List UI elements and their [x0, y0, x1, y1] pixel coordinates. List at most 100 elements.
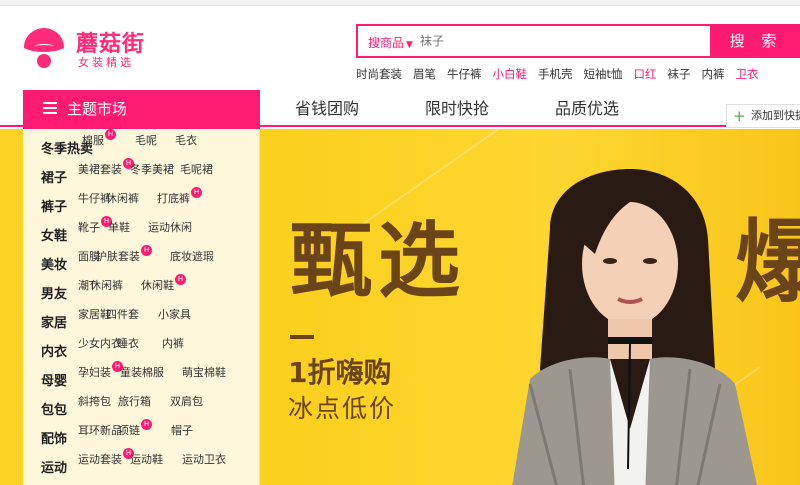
- category-title[interactable]: 家居: [41, 312, 67, 331]
- hot-word-link[interactable]: 内裤: [702, 66, 725, 82]
- category-link-label: 休闲裤: [90, 279, 123, 292]
- category-title[interactable]: 包包: [41, 399, 67, 418]
- category-link[interactable]: 护肤套装 H: [96, 245, 152, 264]
- category-link[interactable]: 休闲鞋 H: [141, 274, 186, 293]
- category-link-label: 项链: [118, 424, 140, 437]
- hot-word-link[interactable]: 小白鞋: [493, 66, 528, 82]
- category-link[interactable]: 内裤: [162, 335, 184, 351]
- category-link[interactable]: 萌宝棉鞋: [182, 364, 226, 380]
- category-title[interactable]: 美妆: [41, 254, 67, 273]
- category-link-label: 双肩包: [170, 395, 203, 408]
- category-link[interactable]: 斜挎包: [78, 393, 111, 409]
- category-title[interactable]: 母婴: [41, 370, 67, 389]
- category-link[interactable]: 帽子: [171, 422, 193, 438]
- brand-slogan: 女装精选: [78, 56, 134, 69]
- category-link[interactable]: 运动鞋: [130, 451, 163, 467]
- category-link[interactable]: 棉服 H: [82, 129, 116, 148]
- model-photo: [512, 169, 757, 485]
- category-link[interactable]: 打底裤 H: [157, 187, 202, 206]
- menu-icon: [43, 102, 57, 114]
- category-row: 裤子 牛仔裤 休闲裤 打底裤 H: [23, 187, 259, 219]
- category-link-label: 小家具: [158, 308, 191, 321]
- category-link-label: 运动鞋: [130, 453, 163, 466]
- category-link[interactable]: 四件套: [106, 306, 139, 322]
- hot-search-words: 时尚套装 眉笔 牛仔裤 小白鞋 手机壳 短袖t恤 口红 袜子 内裤 卫衣: [356, 66, 770, 82]
- category-row: 运动 运动套装 H 运动鞋 运动卫衣: [23, 448, 259, 480]
- category-link[interactable]: 运动套装 H: [78, 448, 134, 467]
- nav-tab-group-buy[interactable]: 省钱团购: [262, 90, 392, 127]
- category-link[interactable]: 少女内衣: [78, 335, 122, 351]
- category-link-label: 运动卫衣: [182, 453, 226, 466]
- category-title[interactable]: 运动: [41, 457, 67, 476]
- category-link-label: 童装棉服: [120, 366, 164, 379]
- nav-tab-flash-sale[interactable]: 限时快抢: [392, 90, 522, 127]
- search-input[interactable]: [420, 31, 700, 51]
- hot-word-link[interactable]: 卫衣: [736, 66, 759, 82]
- search-box: 搜商品▼ 搜 索: [356, 24, 800, 58]
- category-link-label: 毛呢裙: [180, 163, 213, 176]
- search-scope-dropdown[interactable]: 搜商品 ▼: [368, 34, 413, 51]
- category-row: 男友 潮T 休闲裤 休闲鞋 H: [23, 274, 259, 306]
- hot-word-link[interactable]: 牛仔裤: [447, 66, 482, 82]
- category-link-label: 萌宝棉鞋: [182, 366, 226, 379]
- category-row: 包包 斜挎包 旅行箱 双肩包: [23, 393, 259, 422]
- category-link[interactable]: 毛呢裙: [180, 161, 213, 177]
- add-to-shortcut-label: 添加到快捷: [751, 109, 800, 122]
- category-link-label: 耳环新品: [78, 424, 122, 437]
- category-title[interactable]: 女鞋: [41, 225, 67, 244]
- category-row: 裙子 美裙套装 H 冬季美裙 毛呢裙: [23, 158, 259, 190]
- category-link[interactable]: 冬季美裙: [130, 161, 174, 177]
- hot-word-link[interactable]: 手机壳: [538, 66, 573, 82]
- category-link[interactable]: 项链 H: [118, 419, 152, 438]
- hot-badge-icon: H: [191, 187, 202, 198]
- category-link-label: 帽子: [171, 424, 193, 437]
- category-row: 内衣 少女内衣 睡衣 内裤: [23, 335, 259, 364]
- category-link[interactable]: 休闲裤: [106, 190, 139, 206]
- category-link[interactable]: 单鞋: [108, 219, 130, 235]
- category-link[interactable]: 靴子 H: [78, 216, 112, 235]
- category-link[interactable]: 运动卫衣: [182, 451, 226, 467]
- category-link-label: 底妆遮瑕: [170, 250, 214, 263]
- category-link[interactable]: 毛呢: [135, 132, 157, 148]
- category-link[interactable]: 运动休闲: [148, 219, 192, 235]
- category-link[interactable]: 耳环新品: [78, 422, 122, 438]
- category-link-label: 毛衣: [175, 134, 197, 147]
- add-to-shortcut-button[interactable]: + 添加到快捷: [726, 104, 800, 128]
- category-row: 美妆 面膜 护肤套装 H 底妆遮瑕: [23, 245, 259, 277]
- hot-badge-icon: H: [141, 419, 152, 430]
- category-link[interactable]: 美裙套装 H: [78, 158, 134, 177]
- category-link-label: 打底裤: [157, 192, 190, 205]
- category-link[interactable]: 小家具: [158, 306, 191, 322]
- category-title[interactable]: 配饰: [41, 428, 67, 447]
- category-link[interactable]: 毛衣: [175, 132, 197, 148]
- category-title[interactable]: 男友: [41, 283, 67, 302]
- category-link[interactable]: 童装棉服: [120, 364, 164, 380]
- hot-word-link[interactable]: 袜子: [668, 66, 691, 82]
- category-link[interactable]: 睡衣: [117, 335, 139, 351]
- category-link[interactable]: 旅行箱: [118, 393, 151, 409]
- category-link[interactable]: 孕妇装 H: [78, 361, 123, 380]
- site-logo[interactable]: 蘑菇街 女装精选: [22, 24, 172, 72]
- category-link[interactable]: 休闲裤: [90, 277, 123, 293]
- search-button[interactable]: 搜 索: [710, 24, 800, 58]
- category-menu-toggle[interactable]: 主题市场: [23, 90, 260, 129]
- category-title[interactable]: 裙子: [41, 167, 67, 186]
- hot-word-link[interactable]: 时尚套装: [356, 66, 402, 82]
- hot-word-link[interactable]: 眉笔: [413, 66, 436, 82]
- hot-word-link[interactable]: 短袖t恤: [584, 66, 623, 82]
- category-link[interactable]: 底妆遮瑕: [170, 248, 214, 264]
- category-link-label: 棉服: [82, 134, 104, 147]
- category-row: 冬季热卖 棉服 H 毛呢 毛衣: [23, 129, 259, 161]
- banner-subtitle-price: 冰点低价: [288, 394, 397, 423]
- category-link-label: 内裤: [162, 337, 184, 350]
- category-title[interactable]: 裤子: [41, 196, 67, 215]
- category-title[interactable]: 内衣: [41, 341, 67, 360]
- category-menu-label: 主题市场: [67, 100, 128, 118]
- nav-tab-quality[interactable]: 品质优选: [522, 90, 652, 127]
- category-row: 女鞋 靴子 H 单鞋 运动休闲: [23, 216, 259, 248]
- category-link-label: 单鞋: [108, 221, 130, 234]
- hot-word-link[interactable]: 口红: [634, 66, 657, 82]
- category-link[interactable]: 双肩包: [170, 393, 203, 409]
- category-link-label: 睡衣: [117, 337, 139, 350]
- category-row: 家居 家居鞋 四件套 小家具: [23, 306, 259, 335]
